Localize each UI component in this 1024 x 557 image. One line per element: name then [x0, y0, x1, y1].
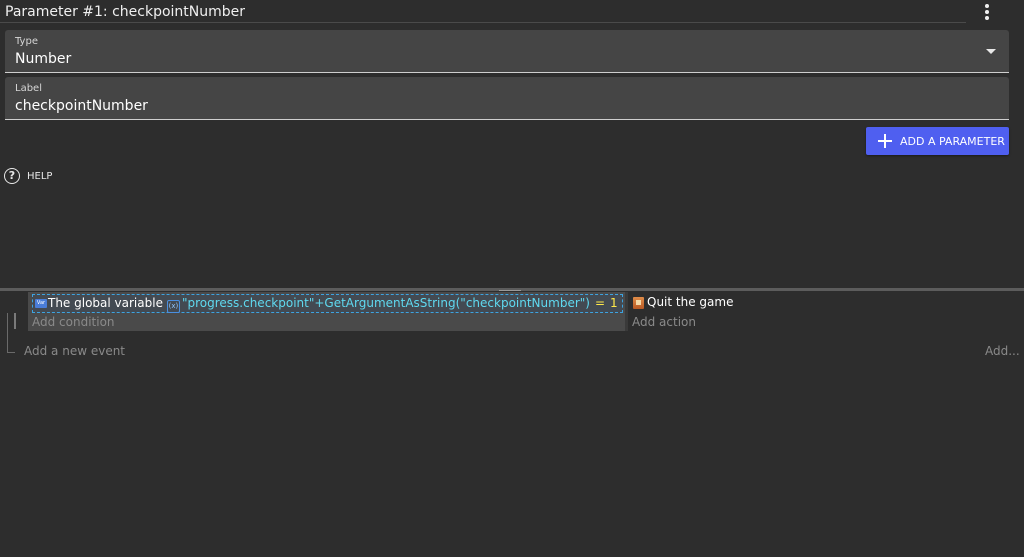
- add-more-button[interactable]: Add...: [985, 344, 1020, 358]
- label-field[interactable]: Label checkpointNumber: [5, 77, 1009, 120]
- actions-separator: [625, 292, 628, 331]
- condition-global-variable[interactable]: Var The global variable (x) "progress.chec…: [32, 294, 623, 313]
- add-new-event-link[interactable]: Add a new event: [24, 344, 125, 358]
- label-field-value[interactable]: checkpointNumber: [15, 98, 148, 114]
- parameter-header: Parameter #1: checkpointNumber: [0, 0, 1024, 24]
- type-field-value: Number: [15, 51, 72, 67]
- event-tree-line: [7, 313, 8, 353]
- variable-condition-icon: Var: [35, 299, 47, 308]
- event-drag-handle[interactable]: [14, 313, 16, 329]
- events-sheet: Var The global variable (x) "progress.chec…: [0, 291, 1024, 557]
- quit-door-icon: [633, 297, 644, 309]
- type-select[interactable]: Type Number: [5, 30, 1009, 73]
- add-parameter-label: ADD A PARAMETER: [900, 135, 1005, 148]
- global-variable-icon: (x): [166, 300, 180, 313]
- condition-prefix: The global variable: [48, 296, 163, 310]
- divider: [0, 22, 966, 23]
- help-circle-icon: ?: [4, 168, 20, 184]
- action-text: Quit the game: [647, 295, 734, 309]
- parameter-panel: Parameter #1: checkpointNumber Type Numb…: [0, 0, 1024, 288]
- more-vertical-icon[interactable]: [976, 2, 998, 22]
- chevron-down-icon[interactable]: [986, 49, 996, 54]
- condition-text: The global variable (x) "progress.checkpoi…: [48, 296, 618, 313]
- condition-operator: =: [594, 296, 606, 310]
- condition-expression[interactable]: "progress.checkpoint"+GetArgumentAsStrin…: [182, 296, 590, 310]
- add-condition-link[interactable]: Add condition: [32, 315, 115, 329]
- plus-icon: [878, 134, 892, 148]
- type-field-label: Type: [15, 36, 38, 47]
- add-action-link[interactable]: Add action: [632, 315, 696, 329]
- add-parameter-button[interactable]: ADD A PARAMETER: [866, 127, 1009, 155]
- help-label: HELP: [27, 171, 53, 182]
- label-field-label: Label: [15, 83, 42, 94]
- condition-value[interactable]: 1: [610, 296, 618, 310]
- event-tree-line: [7, 352, 15, 353]
- parameter-title[interactable]: Parameter #1: checkpointNumber: [5, 4, 245, 20]
